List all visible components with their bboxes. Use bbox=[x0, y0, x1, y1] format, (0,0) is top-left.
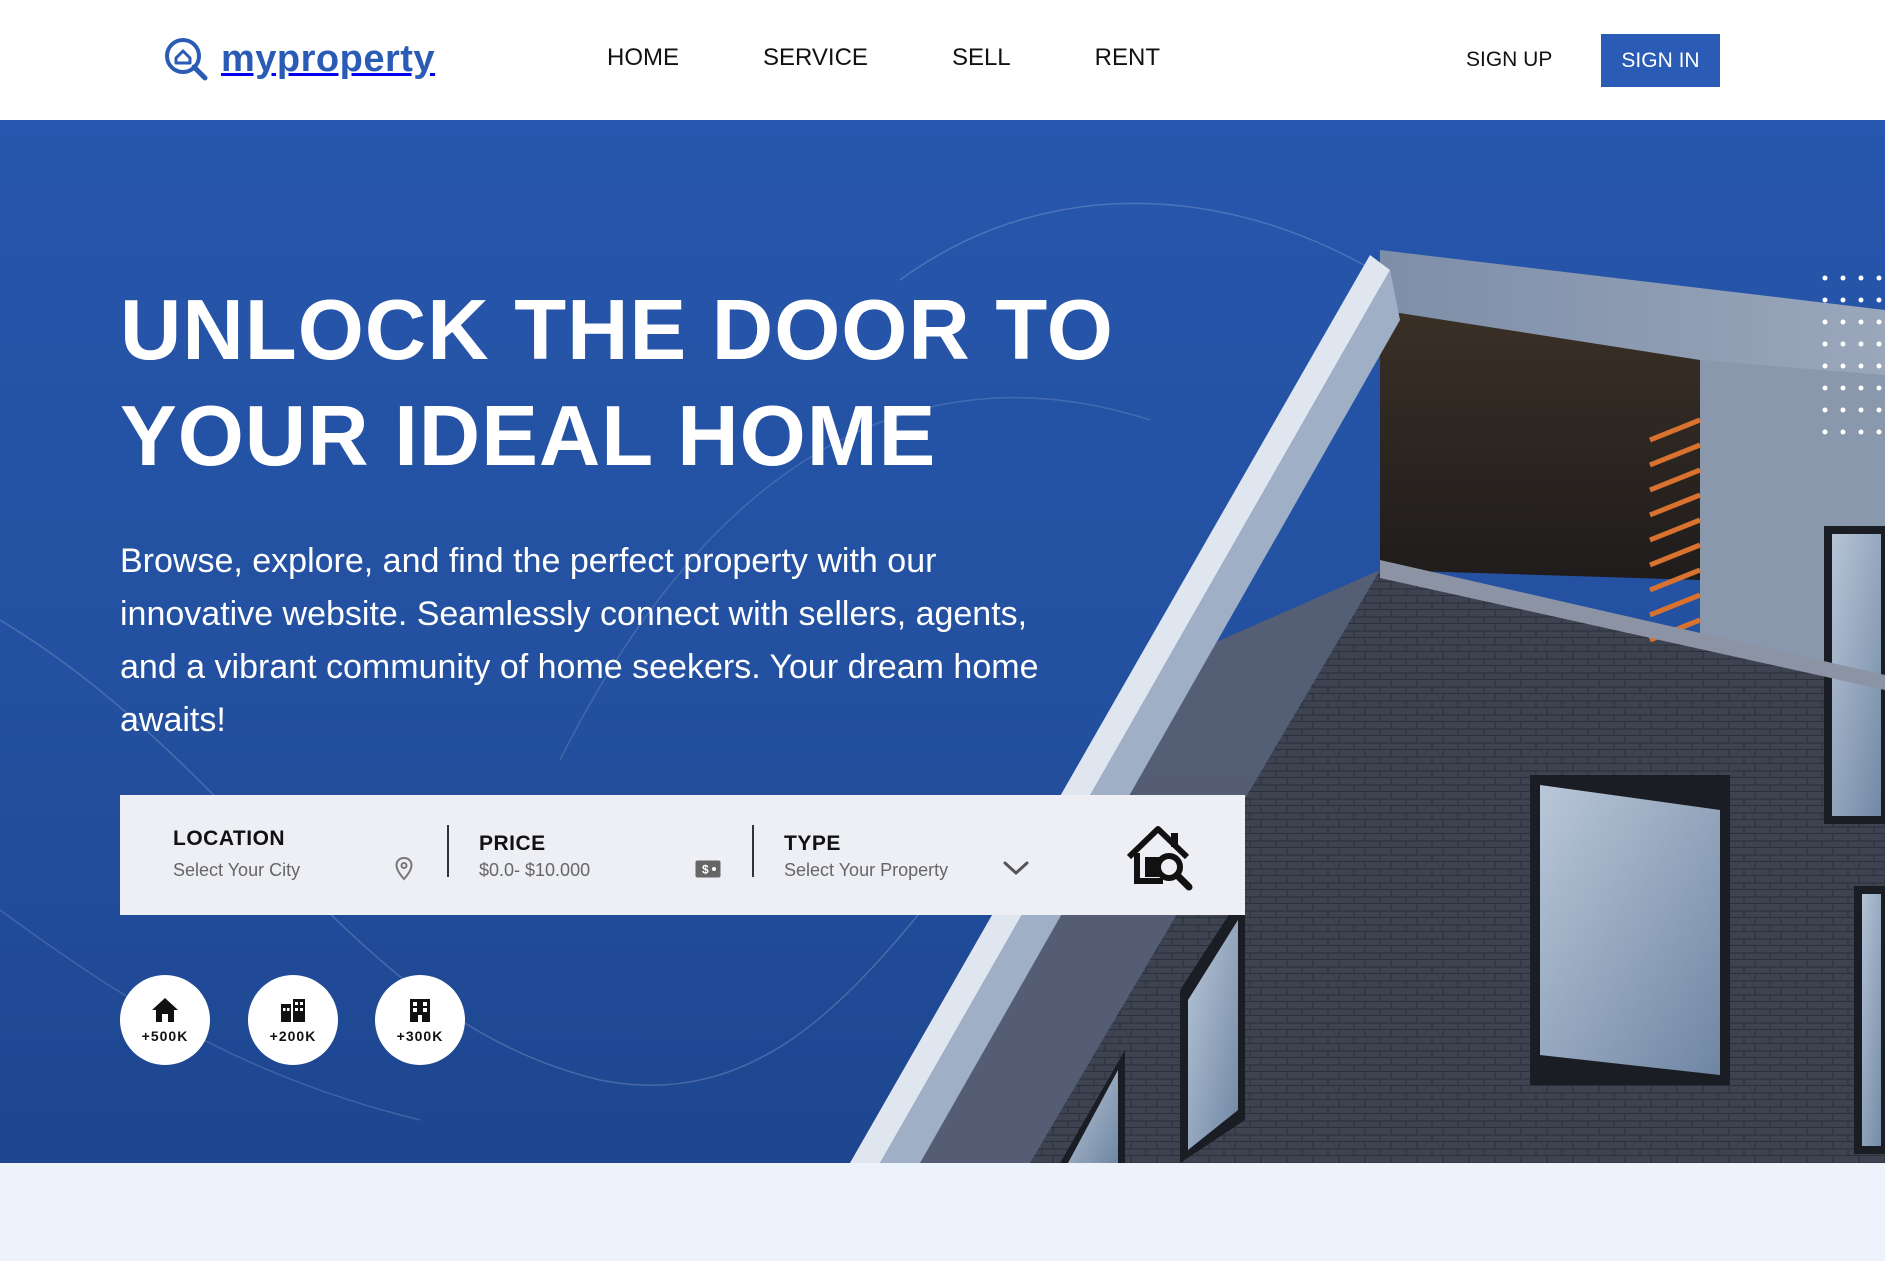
main-nav: HOME SERVICE SELL RENT bbox=[607, 44, 1244, 72]
hero-section: UNLOCK THE DOOR TO YOUR IDEAL HOME Brows… bbox=[0, 120, 1885, 1163]
location-value: Select Your City bbox=[173, 860, 301, 880]
search-divider bbox=[447, 825, 449, 877]
hero-title-line1: UNLOCK THE DOOR TO bbox=[120, 283, 1114, 378]
logo[interactable]: myproperty bbox=[163, 36, 435, 82]
stat-value: +200K bbox=[269, 1028, 317, 1044]
location-field[interactable]: LOCATION Select Your City bbox=[120, 795, 450, 915]
stat-badge: +200K bbox=[248, 975, 338, 1065]
type-label: TYPE bbox=[784, 832, 841, 855]
apartment-icon bbox=[410, 999, 430, 1022]
stat-badge: +300K bbox=[375, 975, 465, 1065]
property-search-bar: LOCATION Select Your City PRICE $0.0- $1… bbox=[120, 795, 1245, 915]
hero-title: UNLOCK THE DOOR TO YOUR IDEAL HOME bbox=[120, 278, 1140, 490]
money-icon: $ bbox=[695, 860, 721, 878]
svg-text:$: $ bbox=[702, 863, 709, 877]
nav-home[interactable]: HOME bbox=[607, 44, 679, 72]
location-label: LOCATION bbox=[173, 827, 286, 850]
stat-value: +500K bbox=[141, 1028, 189, 1044]
house-search-icon bbox=[165, 38, 208, 81]
site-header: myproperty HOME SERVICE SELL RENT SIGN U… bbox=[0, 0, 1885, 120]
buildings-icon bbox=[281, 999, 305, 1022]
search-button[interactable] bbox=[1125, 823, 1195, 891]
sign-up-link[interactable]: SIGN UP bbox=[1466, 48, 1552, 72]
price-value: $0.0- $10.000 bbox=[479, 860, 591, 880]
hero-title-line2: YOUR IDEAL HOME bbox=[120, 389, 937, 484]
price-label: PRICE bbox=[479, 832, 546, 855]
dot-grid-decoration bbox=[1822, 275, 1882, 435]
nav-service[interactable]: SERVICE bbox=[763, 44, 868, 72]
search-divider bbox=[752, 825, 754, 877]
price-field[interactable]: PRICE $0.0- $10.000 $ bbox=[450, 795, 755, 915]
type-select[interactable]: TYPE Select Your Property bbox=[755, 795, 1065, 915]
nav-rent[interactable]: RENT bbox=[1095, 44, 1160, 72]
stat-badge: +500K bbox=[120, 975, 210, 1065]
next-section bbox=[0, 1163, 1885, 1261]
map-pin-icon bbox=[395, 857, 413, 881]
chevron-down-icon[interactable] bbox=[1003, 860, 1029, 876]
sign-in-button[interactable]: SIGN IN bbox=[1601, 34, 1720, 87]
type-value: Select Your Property bbox=[784, 860, 949, 880]
house-icon bbox=[152, 998, 178, 1022]
brand-name: myproperty bbox=[221, 37, 436, 80]
hero-description: Browse, explore, and find the perfect pr… bbox=[120, 542, 1039, 739]
house-search-icon bbox=[1126, 826, 1193, 891]
stat-value: +300K bbox=[396, 1028, 444, 1044]
nav-sell[interactable]: SELL bbox=[952, 44, 1011, 72]
